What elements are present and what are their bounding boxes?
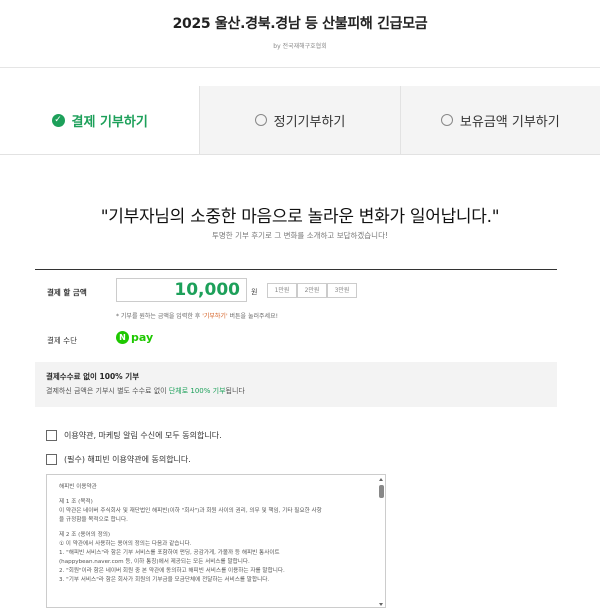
- npay-option[interactable]: N pay: [116, 331, 153, 344]
- tab-label: 결제 기부하기: [71, 114, 148, 130]
- terms-scrollbar[interactable]: [379, 478, 384, 606]
- hint-emphasis: '기부하기': [202, 313, 228, 320]
- campaign-title: 2025 울산.경북.경남 등 산불피해 긴급모금: [172, 16, 428, 32]
- radio-circle-icon: [440, 114, 453, 126]
- fee-notice-title: 결제수수료 없이 100% 기부: [46, 372, 140, 381]
- amount-label: 결제 할 금액: [47, 288, 87, 297]
- radio-circle-icon: [254, 114, 267, 126]
- terms-textbox[interactable]: 해피빈 이용약관 제 1 조 (목적) 이 약관은 네이버 주식회사 및 재단법…: [46, 474, 386, 608]
- donation-type-tabs: ✓ 결제 기부하기 정기기부하기 보유금액 기부하기: [0, 86, 600, 155]
- scroll-up-icon[interactable]: [379, 478, 383, 481]
- terms-text: (happybean.naver.com 등, 이하 통칭)에서 제공되는 모든…: [59, 559, 250, 565]
- agree-all-label: 이용약관, 마케팅 알림 수신에 모두 동의합니다.: [64, 431, 222, 440]
- agree-all-row[interactable]: 이용약관, 마케팅 알림 수신에 모두 동의합니다.: [46, 430, 222, 441]
- tab-label: 정기기부하기: [273, 114, 346, 130]
- headline: "기부자님의 소중한 마음으로 놀라운 변화가 일어납니다.": [100, 207, 500, 227]
- tab-balance-donation[interactable]: 보유금액 기부하기: [399, 86, 600, 154]
- agree-terms-label: (필수) 해피빈 이용약관에 동의합니다.: [64, 455, 191, 464]
- preset-30000-button[interactable]: 3만원: [327, 283, 357, 298]
- agree-terms-checkbox[interactable]: [46, 454, 57, 465]
- terms-text: 1. "해피빈 서비스"라 함은 기부 서비스를 포함하여 펀딩, 공감가게, …: [59, 550, 280, 556]
- tab-label: 보유금액 기부하기: [459, 114, 560, 130]
- agree-terms-row[interactable]: (필수) 해피빈 이용약관에 동의합니다.: [46, 454, 191, 465]
- amount-hint: * 기부를 원하는 금액을 입력한 후 '기부하기' 버튼을 눌러주세요!: [116, 313, 278, 320]
- terms-article-title: 제 2 조 (용어의 정의): [59, 532, 111, 538]
- tab-payment-donation[interactable]: ✓ 결제 기부하기: [0, 86, 200, 154]
- npay-text: pay: [131, 331, 154, 344]
- fee-notice: 결제수수료 없이 100% 기부 결제하신 금액은 기부시 별도 수수료 없이 …: [35, 362, 557, 407]
- amount-input[interactable]: 10,000: [116, 278, 247, 302]
- terms-text: 을 규정함을 목적으로 합니다.: [59, 517, 128, 523]
- fee-notice-emphasis: 단체로 100% 기부: [168, 387, 226, 395]
- tab-regular-donation[interactable]: 정기기부하기: [199, 86, 400, 154]
- preset-20000-button[interactable]: 2만원: [297, 283, 327, 298]
- terms-article-title: 제 1 조 (목적): [59, 499, 93, 505]
- terms-text: 이 약관은 네이버 주식회사 및 재단법인 해피빈(이하 "회사")과 회원 사…: [59, 508, 322, 514]
- form-divider: [35, 269, 557, 270]
- agree-all-checkbox[interactable]: [46, 430, 57, 441]
- payment-method-label: 결제 수단: [47, 336, 77, 345]
- terms-text: ① 이 약관에서 사용하는 용어의 정의는 다음과 같습니다.: [59, 541, 192, 547]
- fee-notice-desc: 결제하신 금액은 기부시 별도 수수료 없이 단체로 100% 기부됩니다: [46, 387, 245, 395]
- npay-logo-icon: N: [116, 331, 129, 344]
- terms-text: 2. "회원"이라 함은 네이버 회원 중 본 약관에 동의하고 해피빈 서비스…: [59, 568, 285, 574]
- check-circle-icon: ✓: [51, 113, 65, 127]
- scroll-thumb[interactable]: [379, 485, 384, 498]
- preset-10000-button[interactable]: 1만원: [267, 283, 297, 298]
- amount-unit: 원: [251, 288, 258, 296]
- page-header: 2025 울산.경북.경남 등 산불피해 긴급모금 by 전국재해구호협회: [0, 0, 600, 68]
- subheadline: 투명한 기부 후기로 그 변화를 소개하고 보답하겠습니다!: [211, 231, 388, 240]
- scroll-down-icon[interactable]: [379, 603, 383, 606]
- terms-title: 해피빈 이용약관: [59, 484, 97, 490]
- campaign-organizer: by 전국재해구호협회: [273, 43, 327, 50]
- terms-text: 3. "기부 서비스"라 함은 회사가 회원의 기부금을 모금단체에 전달하는 …: [59, 577, 270, 583]
